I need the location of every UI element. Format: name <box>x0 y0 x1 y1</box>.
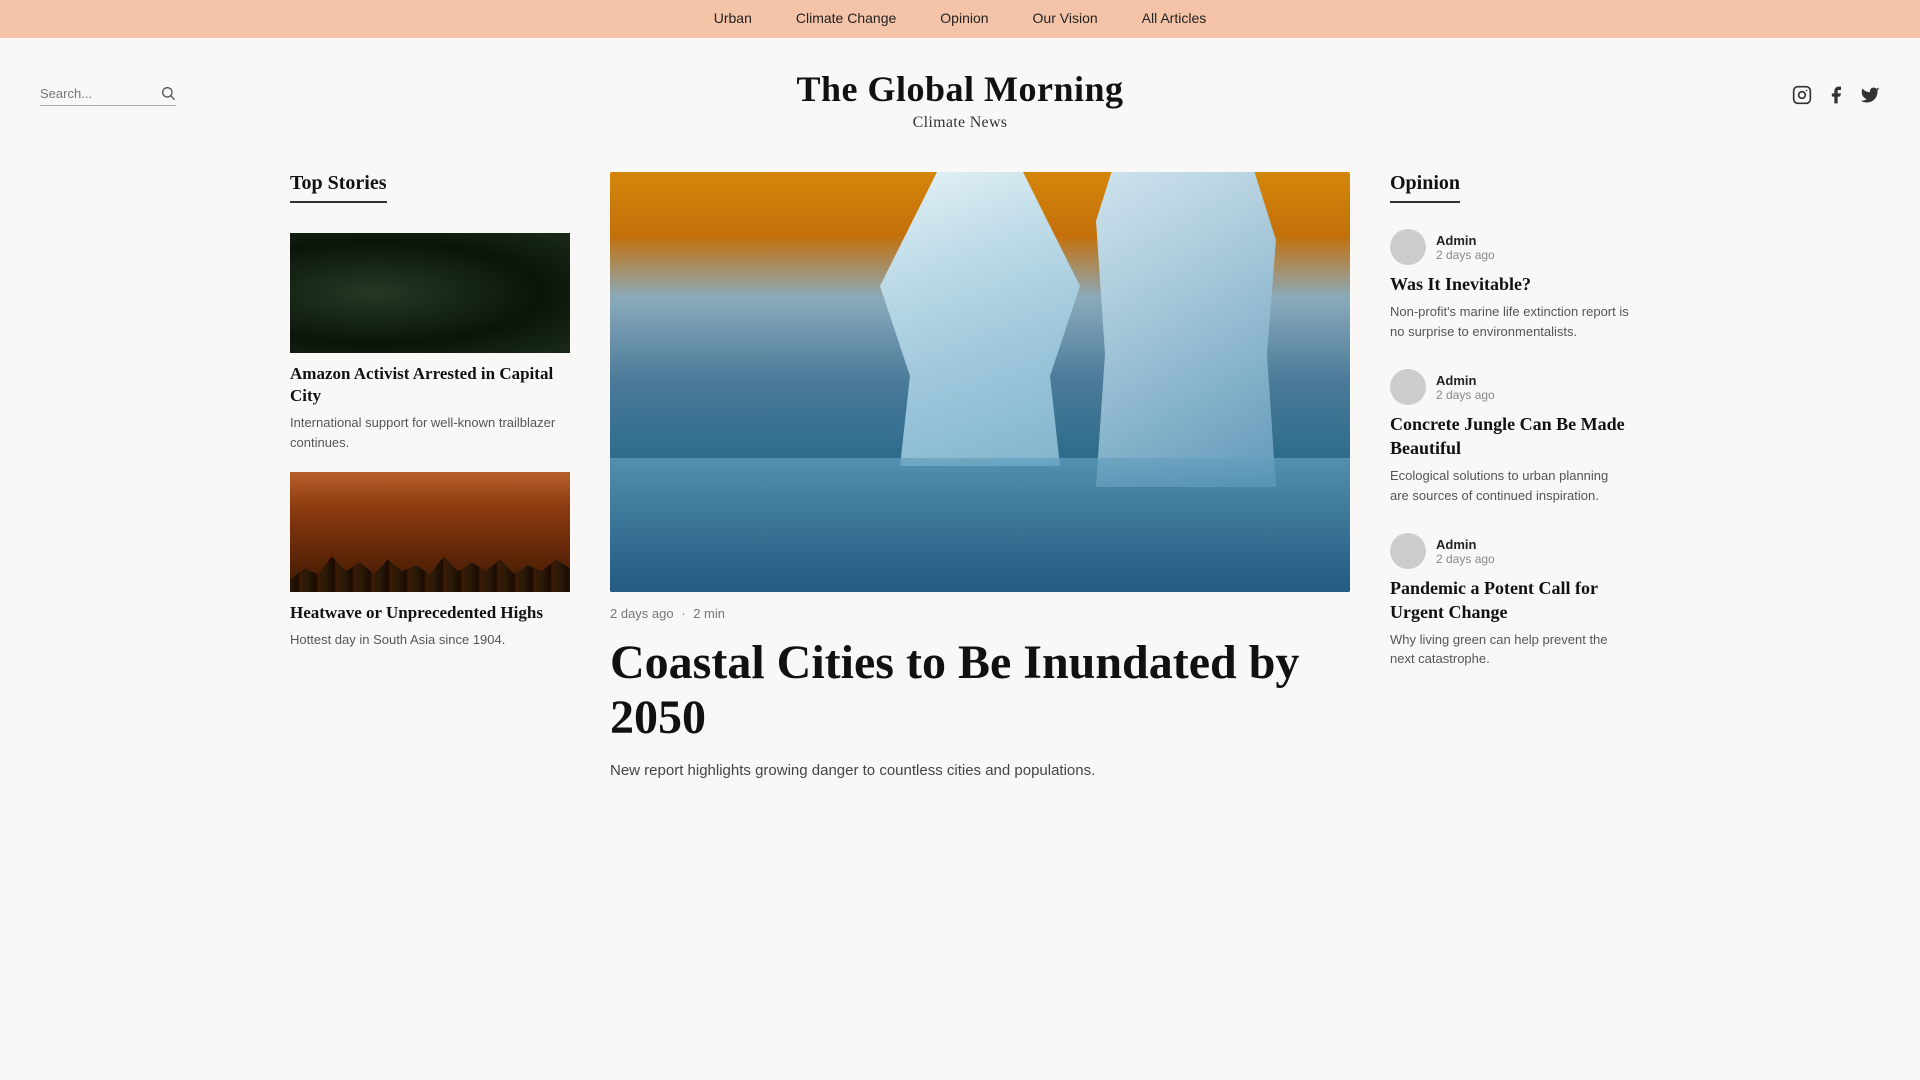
instagram-icon <box>1792 85 1812 105</box>
opinion-3-author-date: 2 days ago <box>1436 552 1495 566</box>
top-nav: Urban Climate Change Opinion Our Vision … <box>0 0 1920 38</box>
nav-climate-change[interactable]: Climate Change <box>796 10 896 26</box>
opinion-2-author-info: Admin 2 days ago <box>1436 373 1495 402</box>
center-article: 2 days ago · 2 min Coastal Cities to Be … <box>610 172 1350 783</box>
search-icon[interactable] <box>160 85 176 101</box>
story-1-desc: International support for well-known tra… <box>290 413 570 452</box>
site-title: The Global Morning <box>40 68 1880 110</box>
opinion-3-author-info: Admin 2 days ago <box>1436 537 1495 566</box>
main-layout: Top Stories Amazon Activist Arrested in … <box>260 172 1660 783</box>
opinion-1-desc: Non-profit's marine life extinction repo… <box>1390 302 1630 341</box>
iceberg-decoration <box>1096 172 1276 487</box>
opinion-3-desc: Why living green can help prevent the ne… <box>1390 630 1630 669</box>
nav-all-articles[interactable]: All Articles <box>1142 10 1207 26</box>
page-wrapper: Urban Climate Change Opinion Our Vision … <box>0 0 1920 783</box>
facebook-link[interactable] <box>1826 85 1846 110</box>
social-links <box>1792 85 1880 110</box>
opinion-3-title: Pandemic a Potent Call for Urgent Change <box>1390 577 1630 624</box>
article-title: Coastal Cities to Be Inundated by 2050 <box>610 635 1350 745</box>
search-input[interactable] <box>40 86 160 101</box>
opinion-1-author-name: Admin <box>1436 233 1495 248</box>
story-1-image <box>290 233 570 353</box>
search-bar[interactable] <box>40 85 176 106</box>
opinion-3-author-name: Admin <box>1436 537 1495 552</box>
opinion-1-title: Was It Inevitable? <box>1390 273 1630 296</box>
opinion-1-author-info: Admin 2 days ago <box>1436 233 1495 262</box>
opinion-item-2[interactable]: Admin 2 days ago Concrete Jungle Can Be … <box>1390 369 1630 505</box>
story-2-desc: Hottest day in South Asia since 1904. <box>290 630 570 650</box>
opinion-2-title: Concrete Jungle Can Be Made Beautiful <box>1390 413 1630 460</box>
twitter-icon <box>1860 85 1880 105</box>
opinion-2-avatar <box>1390 369 1426 405</box>
article-dot: · <box>681 606 685 621</box>
facebook-icon <box>1826 85 1846 105</box>
top-stories-title: Top Stories <box>290 172 387 203</box>
opinion-1-author-date: 2 days ago <box>1436 248 1495 262</box>
opinion-item-3[interactable]: Admin 2 days ago Pandemic a Potent Call … <box>1390 533 1630 669</box>
nav-our-vision[interactable]: Our Vision <box>1033 10 1098 26</box>
opinion-2-desc: Ecological solutions to urban planning a… <box>1390 466 1630 505</box>
opinion-2-author-row: Admin 2 days ago <box>1390 369 1630 405</box>
instagram-link[interactable] <box>1792 85 1812 110</box>
opinion-1-author-row: Admin 2 days ago <box>1390 229 1630 265</box>
twitter-link[interactable] <box>1860 85 1880 110</box>
opinion-2-author-name: Admin <box>1436 373 1495 388</box>
opinion-3-avatar <box>1390 533 1426 569</box>
article-read: 2 min <box>693 606 725 621</box>
header: The Global Morning Climate News <box>0 38 1920 152</box>
story-card-2[interactable]: Heatwave or Unprecedented Highs Hottest … <box>290 472 570 650</box>
story-card-1[interactable]: Amazon Activist Arrested in Capital City… <box>290 233 570 452</box>
opinion-2-author-date: 2 days ago <box>1436 388 1495 402</box>
sidebar-left: Top Stories Amazon Activist Arrested in … <box>290 172 570 783</box>
story-1-title: Amazon Activist Arrested in Capital City <box>290 363 570 407</box>
article-description: New report highlights growing danger to … <box>610 759 1350 783</box>
nav-opinion[interactable]: Opinion <box>940 10 988 26</box>
sidebar-right: Opinion Admin 2 days ago Was It Inevitab… <box>1390 172 1630 783</box>
article-date: 2 days ago <box>610 606 674 621</box>
hero-image <box>610 172 1350 592</box>
story-2-image <box>290 472 570 592</box>
nav-urban[interactable]: Urban <box>714 10 752 26</box>
story-2-title: Heatwave or Unprecedented Highs <box>290 602 570 624</box>
opinion-item-1[interactable]: Admin 2 days ago Was It Inevitable? Non-… <box>1390 229 1630 341</box>
site-subtitle: Climate News <box>40 114 1880 132</box>
opinion-title: Opinion <box>1390 172 1460 203</box>
article-meta: 2 days ago · 2 min <box>610 606 1350 621</box>
opinion-3-author-row: Admin 2 days ago <box>1390 533 1630 569</box>
opinion-1-avatar <box>1390 229 1426 265</box>
